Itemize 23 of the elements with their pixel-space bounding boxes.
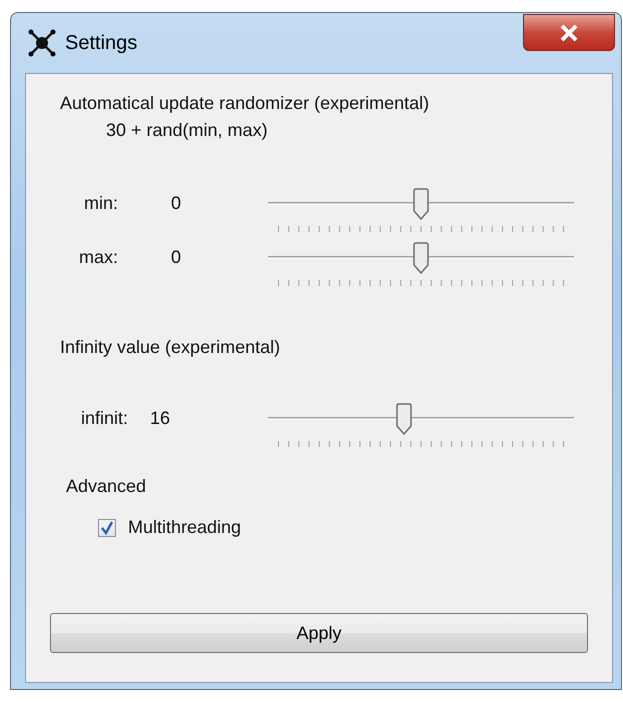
slider-thumb[interactable] [412, 188, 430, 220]
close-button[interactable] [523, 14, 615, 51]
checkbox-label: Multithreading [128, 516, 242, 539]
molecule-icon [27, 28, 57, 58]
section-heading: Automatical update randomizer (experimental) [60, 92, 430, 115]
slider[interactable] [268, 188, 574, 220]
window-title: Settings [65, 31, 138, 56]
section-heading: Infinity value (experimental) [60, 336, 282, 359]
checkbox[interactable] [98, 518, 116, 536]
slider[interactable] [268, 403, 574, 435]
slider-value: 16 [150, 407, 170, 430]
close-icon [559, 24, 579, 42]
slider-thumb[interactable] [394, 403, 413, 435]
slider-thumb[interactable] [412, 242, 430, 274]
apply-button[interactable]: Apply [50, 613, 588, 653]
formula-text: 30 + rand(min, max) [106, 119, 269, 142]
slider-value: 0 [171, 192, 182, 215]
slider-label: min: [82, 192, 118, 215]
section-heading: Advanced [66, 475, 148, 498]
slider-label: infinit: [81, 407, 128, 430]
slider-label: max: [78, 246, 118, 269]
slider[interactable] [268, 242, 574, 274]
slider-value: 0 [171, 246, 182, 269]
